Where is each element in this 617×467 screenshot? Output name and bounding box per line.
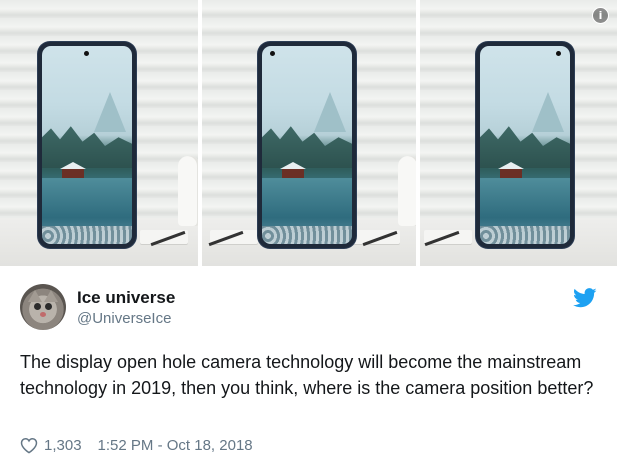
rocks [42, 226, 132, 244]
twitter-bird-icon[interactable] [573, 288, 597, 308]
avatar[interactable] [20, 284, 66, 330]
like-count[interactable]: 1,303 [44, 437, 82, 454]
tweet-timestamp[interactable]: 1:52 PM - Oct 18, 2018 [98, 437, 253, 454]
heart-icon[interactable] [20, 437, 38, 454]
punch-hole-camera [556, 51, 561, 56]
punch-hole-camera [270, 51, 275, 56]
avatar-ear [44, 290, 58, 302]
statue-decor [398, 156, 416, 226]
tweet-footer: 1,303 1:52 PM - Oct 18, 2018 [20, 437, 253, 454]
phone-screen [42, 46, 132, 244]
phone-render [258, 42, 356, 248]
phone-screen [262, 46, 352, 244]
media-photo-3[interactable]: i [420, 0, 617, 266]
mountain [94, 92, 126, 132]
tweet-header: Ice universe @UniverseIce [20, 284, 597, 332]
cabin [280, 162, 306, 178]
tweet-media[interactable]: i [0, 0, 617, 266]
cabin [498, 162, 524, 178]
rocks [480, 226, 570, 244]
mountain [314, 92, 346, 132]
statue-decor [178, 156, 198, 226]
cabin [60, 162, 86, 178]
author-handle[interactable]: @UniverseIce [77, 310, 171, 327]
rocks [262, 226, 352, 244]
avatar-ear [28, 290, 42, 302]
avatar-eye [45, 303, 52, 310]
media-photo-2[interactable] [202, 0, 416, 266]
author-name[interactable]: Ice universe [77, 288, 175, 308]
avatar-nose [40, 312, 46, 317]
phone-screen [480, 46, 570, 244]
tweet-text: The display open hole camera technology … [20, 352, 594, 398]
avatar-eye [34, 303, 41, 310]
punch-hole-camera [84, 51, 89, 56]
phone-render [38, 42, 136, 248]
phone-render [476, 42, 574, 248]
info-icon[interactable]: i [592, 7, 609, 24]
media-photo-1[interactable] [0, 0, 198, 266]
mountain [532, 92, 564, 132]
